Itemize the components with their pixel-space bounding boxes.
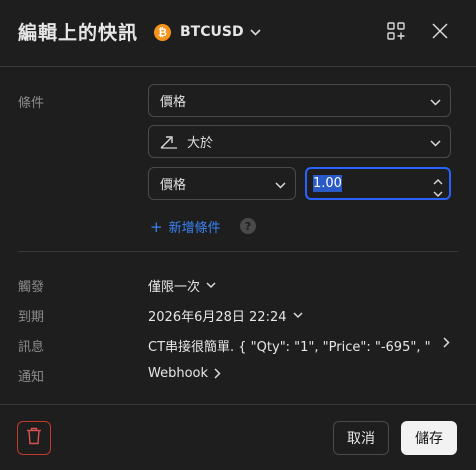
bitcoin-icon: ₿: [154, 23, 171, 41]
notify-label: 通知: [18, 370, 45, 385]
expiry-label: 到期: [18, 310, 45, 325]
chevron-right-icon: [443, 337, 450, 352]
condition-operator-value: 大於: [187, 136, 214, 151]
cancel-button[interactable]: 取消: [333, 421, 389, 455]
chevron-right-icon: [214, 368, 221, 379]
condition-value-text[interactable]: 1.00: [313, 175, 342, 192]
message-value: CT串接很簡單. { "Qty": "1", "Price": "-695", …: [148, 340, 432, 355]
value-stepper[interactable]: [432, 172, 444, 197]
trigger-select[interactable]: 僅限一次: [148, 276, 216, 295]
notify-value: Webhook: [148, 366, 209, 381]
conditions-label: 條件: [18, 96, 45, 111]
add-condition-label: 新增條件: [168, 221, 221, 236]
help-icon[interactable]: ?: [240, 218, 256, 234]
symbol-label: BTCUSD: [180, 24, 244, 40]
chevron-down-icon: [275, 178, 286, 193]
add-condition-button[interactable]: + 新增條件: [150, 217, 221, 237]
condition-value-input[interactable]: 1.00: [305, 167, 451, 200]
chevron-down-icon: [250, 28, 261, 36]
trigger-value: 僅限一次: [148, 280, 201, 295]
decrement-icon[interactable]: [432, 184, 444, 197]
save-button[interactable]: 儲存: [401, 421, 457, 455]
condition-source-value: 價格: [160, 95, 187, 110]
dialog-title: 編輯上的快訊: [18, 22, 139, 44]
header-divider: [0, 66, 476, 67]
close-icon[interactable]: [429, 20, 451, 42]
trash-icon: [26, 427, 42, 449]
increment-icon[interactable]: [432, 172, 444, 185]
footer-divider: [0, 404, 476, 405]
symbol-picker[interactable]: ₿ BTCUSD: [154, 20, 261, 44]
add-to-watchlist-icon[interactable]: [385, 20, 407, 42]
expiry-select[interactable]: 2026年6月28日 22:24: [148, 306, 303, 325]
chevron-down-icon: [430, 95, 441, 110]
condition-target-type-value: 價格: [160, 178, 187, 193]
conditions-divider: [18, 251, 458, 252]
message-editor-link[interactable]: CT串接很簡單. { "Qty": "1", "Price": "-695", …: [148, 336, 450, 355]
trend-up-icon: [160, 135, 178, 149]
condition-operator-select[interactable]: 大於: [148, 125, 451, 158]
chevron-down-icon: [430, 136, 441, 151]
expiry-value: 2026年6月28日 22:24: [148, 310, 287, 325]
condition-target-type-select[interactable]: 價格: [148, 167, 296, 200]
delete-button[interactable]: [17, 421, 51, 455]
trigger-label: 觸發: [18, 280, 45, 295]
chevron-down-icon: [292, 312, 303, 319]
plus-icon: +: [150, 217, 163, 236]
alert-dialog: 編輯上的快訊 ₿ BTCUSD 條件 價格 大於 價格 1.00 + 新增條件 …: [0, 0, 476, 470]
dialog-header: 編輯上的快訊 ₿ BTCUSD: [0, 0, 476, 64]
chevron-down-icon: [206, 282, 216, 289]
condition-source-select[interactable]: 價格: [148, 84, 451, 117]
notify-link[interactable]: Webhook: [148, 366, 221, 381]
message-label: 訊息: [18, 340, 45, 355]
